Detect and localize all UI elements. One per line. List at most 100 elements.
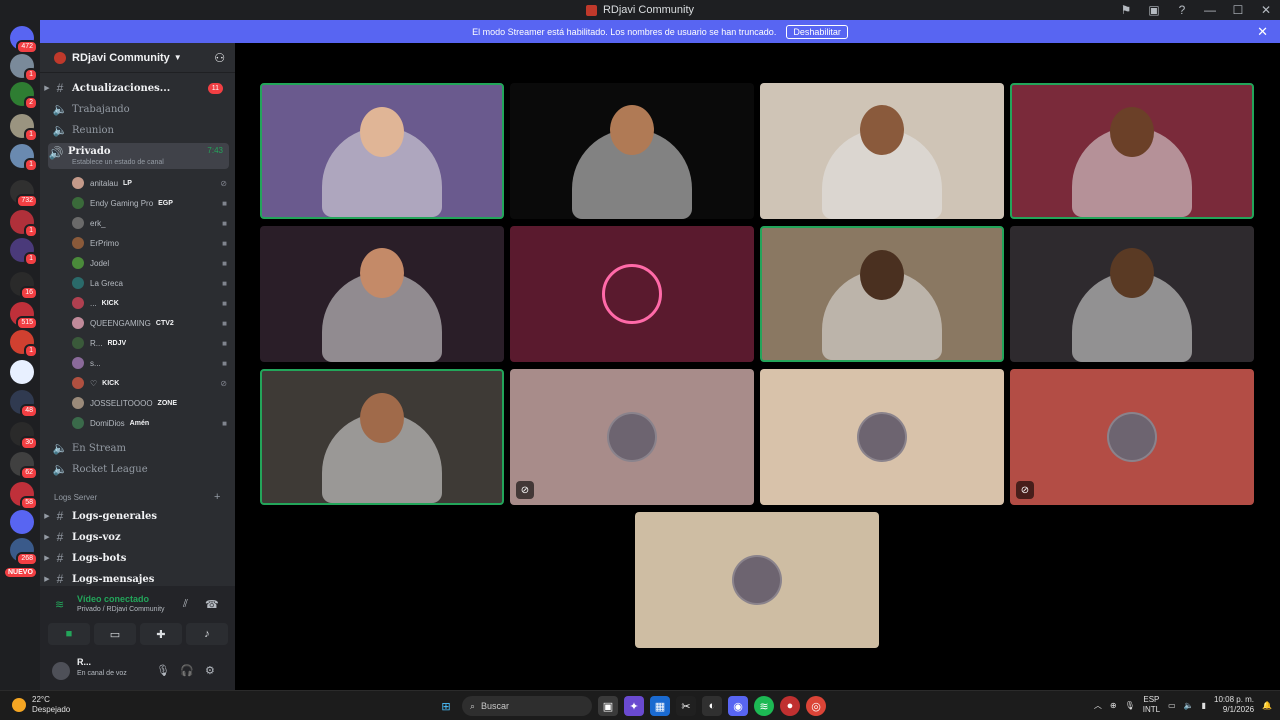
server-icon[interactable]: 1 [10, 114, 38, 142]
channel-rocket-league[interactable]: 🔈 Rocket League [40, 459, 235, 479]
inbox-icon[interactable]: ⚑ [1112, 3, 1140, 17]
video-tile[interactable] [260, 83, 504, 219]
server-icon[interactable] [10, 360, 34, 384]
voice-user[interactable]: ... KICK ■ [72, 293, 227, 313]
soundboard-button[interactable]: ♪ [186, 623, 228, 645]
windows-start-icon[interactable]: ⊞ [436, 696, 456, 716]
voice-user[interactable]: JOSSELITOOOO ZONE [72, 393, 227, 413]
search-input[interactable]: ⌕ Buscar [462, 696, 592, 716]
chevron-up-icon[interactable]: ︿ [1094, 700, 1102, 711]
invite-icon[interactable]: ⚇ [214, 51, 225, 65]
server-icon[interactable]: 62 [10, 452, 38, 480]
task-view-icon[interactable]: ▣ [598, 696, 618, 716]
copilot-icon[interactable]: ✦ [624, 696, 644, 716]
category-logs-server[interactable]: Logs Server + [54, 491, 220, 503]
channel-reunion[interactable]: 🔈 Reunion [40, 120, 235, 140]
notification-bell-icon[interactable]: 🔔 [1262, 701, 1272, 710]
channel-actualizaciones[interactable]: ▶ # Actualizaciones... 11 [40, 78, 235, 98]
gear-icon[interactable]: ⚙ [205, 664, 215, 677]
video-tile[interactable] [1010, 226, 1254, 362]
voice-user[interactable]: ♡ KICK ⊘ [72, 373, 227, 393]
guild-header[interactable]: RDjavi Community ▼ ⚇ [40, 43, 235, 73]
discord-icon[interactable]: ◉ [728, 696, 748, 716]
server-icon[interactable]: 1 [10, 144, 38, 172]
server-icon[interactable]: 515 [10, 302, 38, 330]
minimize-button[interactable]: — [1196, 3, 1224, 17]
video-tile[interactable] [260, 226, 504, 362]
mic-icon[interactable]: 🎙 [156, 664, 170, 677]
headphones-icon[interactable]: 🎧 [180, 664, 194, 677]
channel-en-stream[interactable]: 🔈 En Stream [40, 438, 235, 458]
server-icon[interactable]: 732 [10, 180, 38, 208]
server-icon[interactable]: 1 [10, 54, 38, 82]
screen-icon[interactable]: ▣ [1140, 3, 1168, 17]
monitor-icon[interactable]: ▭ [1168, 701, 1176, 710]
channel-trabajando[interactable]: 🔈 Trabajando [40, 99, 235, 119]
channel-logs[interactable]: ▶ # Logs-bots [40, 548, 235, 568]
video-tile[interactable]: ⊘ [1010, 369, 1254, 505]
server-icon[interactable]: 1 [10, 210, 38, 238]
server-icon[interactable] [10, 510, 34, 534]
camera-button[interactable]: ■ [48, 623, 90, 645]
mic-icon[interactable]: 🎙 [1125, 701, 1135, 710]
language-indicator[interactable]: ESP INTL [1143, 695, 1160, 715]
close-icon[interactable]: ✕ [1257, 24, 1268, 40]
clock[interactable]: 10:08 p. m. 9/1/2026 [1214, 695, 1254, 715]
volume-icon[interactable]: 🔈 [1184, 701, 1194, 710]
video-tile[interactable] [510, 83, 754, 219]
video-tile[interactable] [760, 83, 1004, 219]
noise-suppression-icon[interactable]: ⫽ [183, 598, 188, 611]
app-icon[interactable]: ◐ [702, 696, 722, 716]
voice-user[interactable]: erk_ ■ [72, 213, 227, 233]
voice-user[interactable]: La Greca ■ [72, 273, 227, 293]
video-tile[interactable] [260, 369, 504, 505]
chrome-icon[interactable]: ◎ [806, 696, 826, 716]
battery-icon[interactable]: ▮ [1202, 701, 1206, 710]
streamer-mode-banner: El modo Streamer está habilitado. Los no… [40, 20, 1280, 43]
channel-logs[interactable]: ▶ # Logs-voz [40, 527, 235, 547]
server-icon[interactable]: 2 [10, 82, 38, 110]
server-icon[interactable]: 1 [10, 330, 38, 358]
screen-share-button[interactable]: ▭ [94, 623, 136, 645]
disconnect-icon[interactable]: ☎ [205, 598, 219, 611]
voice-user[interactable]: DomiDios Amén ■ [72, 413, 227, 433]
voice-user[interactable]: QUEENGAMING CTV2 ■ [72, 313, 227, 333]
server-icon[interactable]: 268 [10, 538, 38, 566]
voice-status[interactable]: Vídeo conectado [77, 594, 149, 604]
video-tile[interactable] [1010, 83, 1254, 219]
video-tile[interactable] [635, 512, 879, 648]
channel-status[interactable]: Establece un estado de canal [72, 159, 164, 166]
server-icon[interactable]: 16 [10, 272, 38, 300]
maximize-button[interactable]: ☐ [1224, 3, 1252, 17]
store-icon[interactable]: ▦ [650, 696, 670, 716]
channel-privado[interactable]: 🔊 Privado 7:43 Establece un estado de ca… [48, 143, 229, 169]
help-icon[interactable]: ? [1168, 3, 1196, 17]
video-tile[interactable] [510, 226, 754, 362]
voice-user[interactable]: Jodel ■ [72, 253, 227, 273]
voice-user[interactable]: Endy Gaming Pro EGP ■ [72, 193, 227, 213]
server-icon[interactable]: 30 [10, 422, 38, 450]
weather-widget[interactable]: 22°C Despejado [12, 695, 70, 715]
app-icon[interactable]: ● [780, 696, 800, 716]
video-tile[interactable] [760, 226, 1004, 362]
home-icon[interactable]: 472 [10, 26, 38, 54]
voice-user[interactable]: ErPrimo ■ [72, 233, 227, 253]
video-tile[interactable] [760, 369, 1004, 505]
voice-user[interactable]: anitalau LP ⊘ [72, 173, 227, 193]
user-panel[interactable]: R... En canal de voz 🎙 🎧 ⚙ [40, 652, 235, 690]
activities-button[interactable]: ✚ [140, 623, 182, 645]
add-channel-icon[interactable]: + [214, 491, 220, 503]
voice-location[interactable]: Privado / RDjavi Community [77, 606, 165, 613]
disable-streamer-button[interactable]: Deshabilitar [786, 24, 848, 39]
server-icon[interactable]: 58 [10, 482, 38, 510]
close-button[interactable]: ✕ [1252, 3, 1280, 17]
channel-logs[interactable]: ▶ # Logs-generales [40, 506, 235, 526]
server-icon[interactable]: 1 [10, 238, 38, 266]
video-tile[interactable]: ⊘ [510, 369, 754, 505]
server-icon[interactable]: 48 [10, 390, 38, 418]
spotify-icon[interactable]: ≋ [754, 696, 774, 716]
capcut-icon[interactable]: ✂ [676, 696, 696, 716]
voice-user[interactable]: s... ■ [72, 353, 227, 373]
voice-user[interactable]: R... RDJV ■ [72, 333, 227, 353]
network-icon[interactable]: ⊕ [1110, 701, 1117, 710]
